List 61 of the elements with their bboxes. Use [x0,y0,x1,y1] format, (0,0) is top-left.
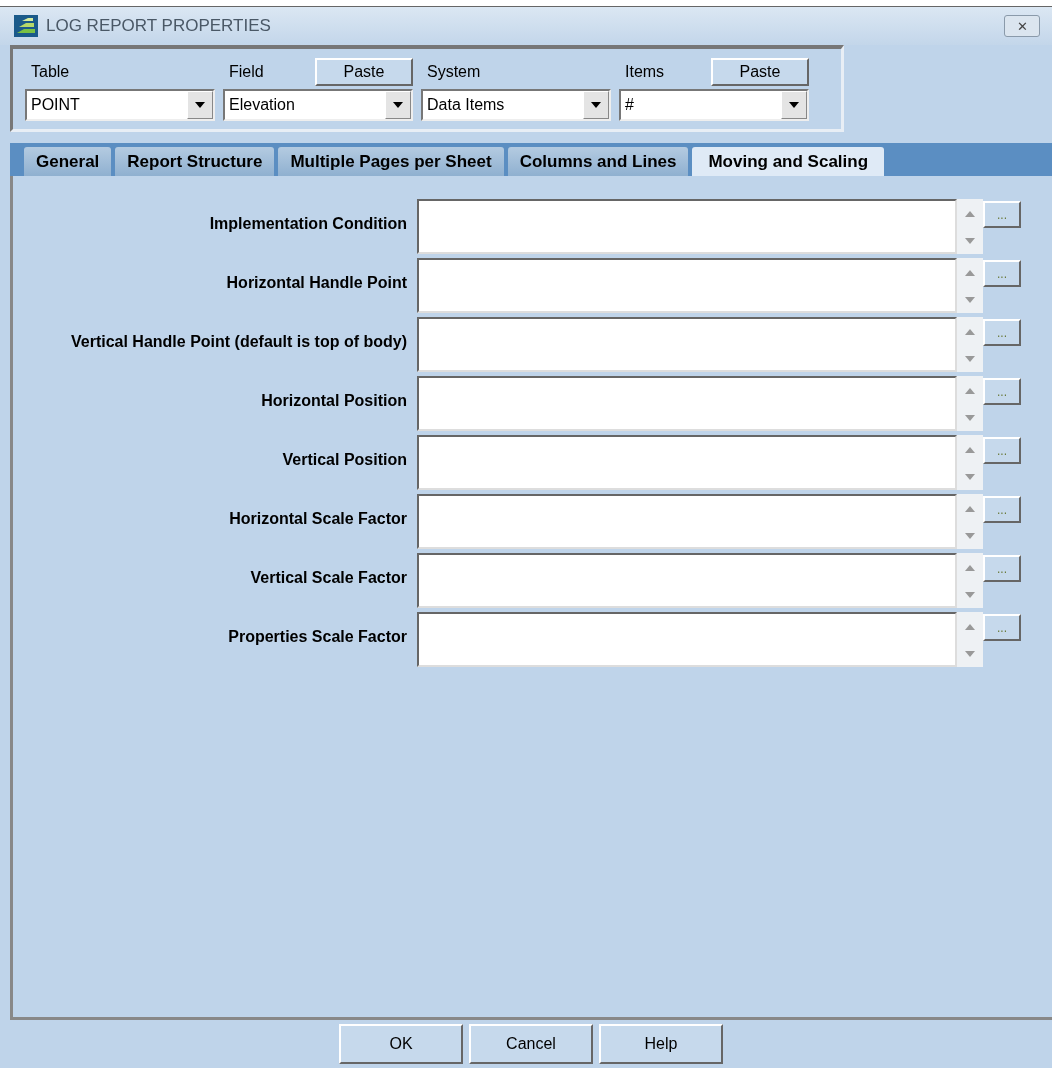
up-arrow-icon[interactable] [965,624,975,630]
text-field[interactable] [417,258,957,313]
paste-button[interactable]: Paste [315,58,413,86]
paste-button[interactable]: Paste [711,58,809,86]
down-arrow-icon[interactable] [965,533,975,539]
tab[interactable]: Columns and Lines [507,147,689,176]
field-label: Vertical Scale Factor [249,568,408,588]
up-arrow-icon[interactable] [965,211,975,217]
spinner-control[interactable] [957,376,983,431]
window-title: LOG REPORT PROPERTIES [46,16,271,36]
text-field[interactable] [417,612,957,667]
spinner-control[interactable] [957,435,983,490]
text-field[interactable] [417,553,957,608]
down-arrow-icon[interactable] [965,651,975,657]
dropdown-field[interactable]: Elevation [223,89,413,121]
dropdown-field[interactable]: POINT [25,89,215,121]
spinner-control[interactable] [957,494,983,549]
up-arrow-icon[interactable] [965,329,975,335]
down-arrow-icon[interactable] [965,356,975,362]
down-arrow-icon[interactable] [965,592,975,598]
tab[interactable]: Report Structure [115,147,275,176]
field-label: Horizontal Position [260,391,408,411]
down-arrow-icon[interactable] [965,297,975,303]
field-label: Horizontal Handle Point [225,273,408,293]
spinner-control[interactable] [957,258,983,313]
tab[interactable]: Multiple Pages per Sheet [278,147,504,176]
text-field[interactable] [417,199,957,254]
down-arrow-icon[interactable] [965,238,975,244]
up-arrow-icon[interactable] [965,270,975,276]
up-arrow-icon[interactable] [965,565,975,571]
down-arrow-icon[interactable] [965,415,975,421]
spinner-control[interactable] [957,553,983,608]
field-label: Implementation Condition [208,214,408,234]
spinner-control[interactable] [957,317,983,372]
selector-label: Items [625,63,665,81]
selector-label: Field [229,63,264,81]
spinner-control[interactable] [957,612,983,667]
dialog-button[interactable]: Help [599,1024,723,1064]
tab[interactable]: General [24,147,112,176]
dialog-button[interactable]: OK [339,1024,463,1064]
field-label: Horizontal Scale Factor [228,509,408,529]
text-field[interactable] [417,376,957,431]
tab[interactable]: Moving and Scaling [692,147,885,176]
text-field[interactable] [417,317,957,372]
field-label: Properties Scale Factor [227,627,408,647]
app-logo-icon [14,15,38,37]
text-field[interactable] [417,494,957,549]
close-button[interactable]: ✕ [1004,15,1040,37]
spinner-control[interactable] [957,199,983,254]
dropdown-field[interactable]: Data Items [421,89,611,121]
text-field[interactable] [417,435,957,490]
field-label: Vertical Handle Point (default is top of body) [69,332,408,352]
selector-label: Table [31,63,70,81]
selector-label: System [427,63,481,81]
down-arrow-icon[interactable] [965,474,975,480]
up-arrow-icon[interactable] [965,388,975,394]
up-arrow-icon[interactable] [965,506,975,512]
up-arrow-icon[interactable] [965,447,975,453]
field-label: Vertical Position [281,450,408,470]
dialog-button[interactable]: Cancel [469,1024,593,1064]
dropdown-field[interactable]: # [619,89,809,121]
